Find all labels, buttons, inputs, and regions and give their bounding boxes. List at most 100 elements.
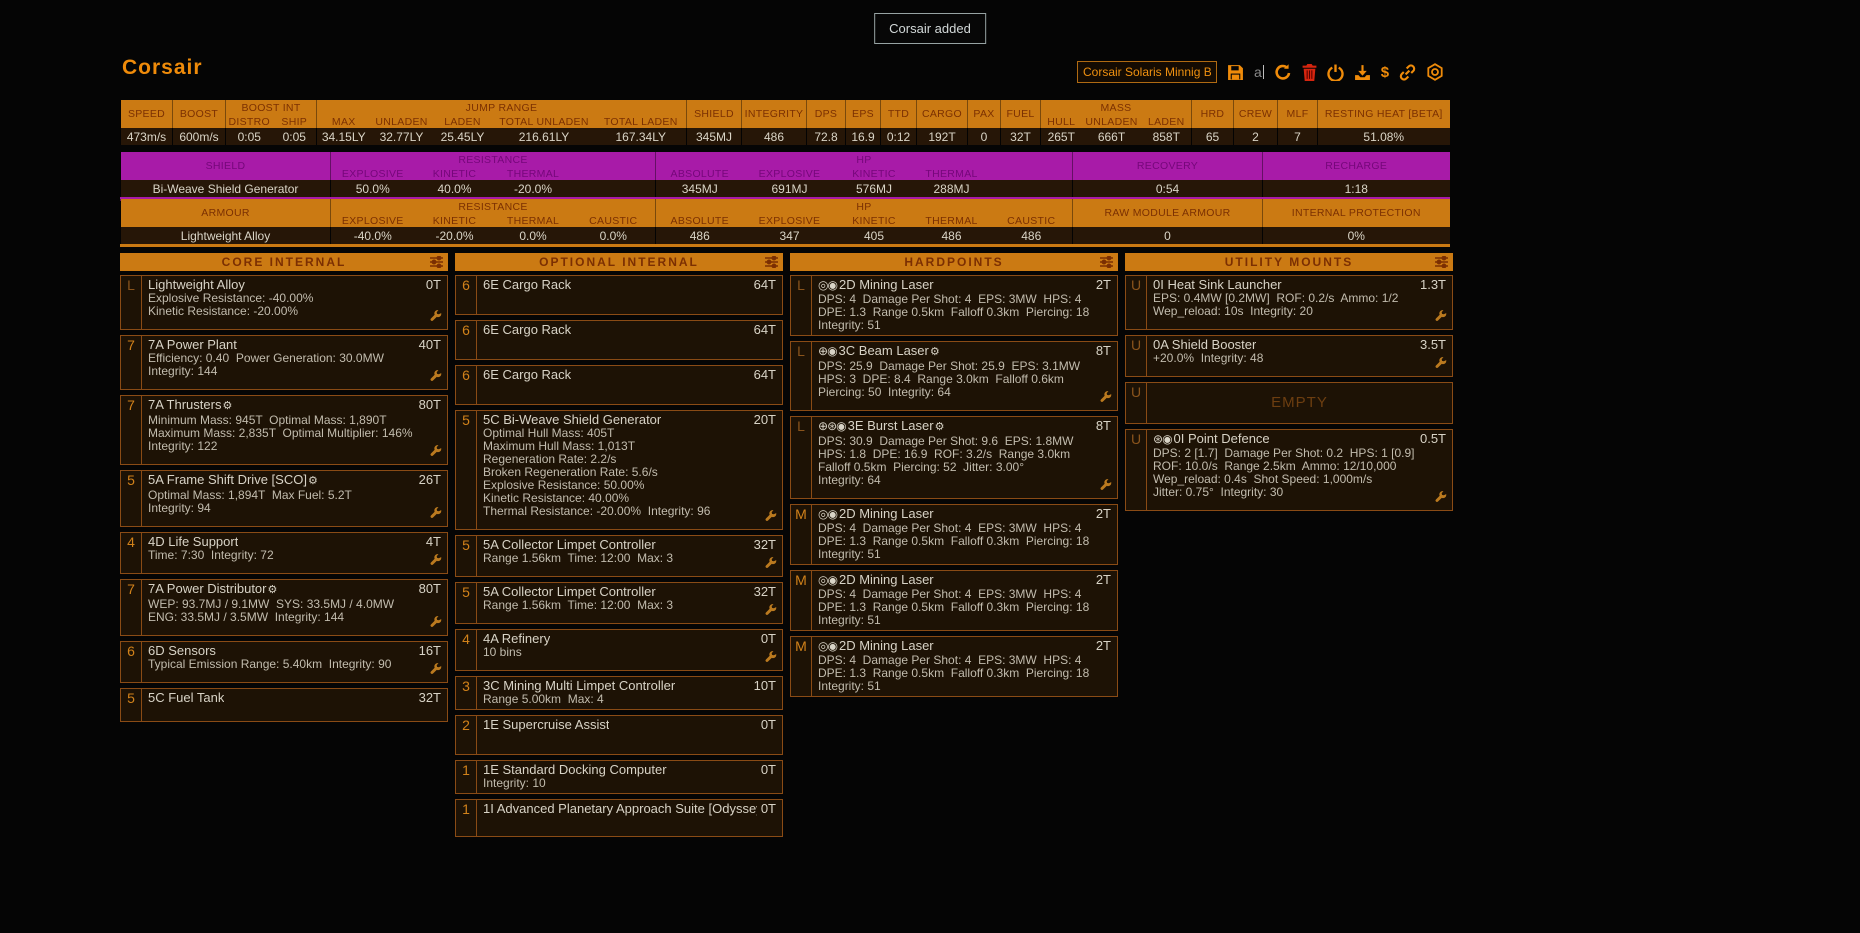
slot-size-badge: U: [1126, 276, 1147, 329]
module-slot[interactable]: U⊛◉0I Point Defence0.5TDPS: 2 [1.7] Dama…: [1125, 429, 1453, 511]
stat-header: SHIP: [273, 115, 317, 128]
import-export-button[interactable]: [1354, 64, 1371, 81]
wrench-icon[interactable]: [765, 603, 777, 621]
stat-group-header: RAW MODULE ARMOUR: [1073, 199, 1263, 227]
module-slot[interactable]: M◎◉2D Mining Laser2TDPS: 4 Damage Per Sh…: [790, 636, 1118, 697]
stat-value: 2: [1234, 128, 1278, 145]
wrench-icon[interactable]: [765, 509, 777, 527]
module-slot[interactable]: 55C Fuel Tank32T: [120, 688, 448, 722]
module-detail: Integrity: 94: [148, 502, 441, 515]
stat-value: 0.0%: [495, 227, 572, 246]
link-icon: [1399, 64, 1416, 81]
delete-button[interactable]: [1302, 64, 1317, 81]
module-weight: 0T: [761, 762, 776, 777]
import-export-icon: [1354, 64, 1371, 81]
kinetic-damage-icon: ◉: [1162, 432, 1171, 446]
stat-value: -40.0%: [331, 227, 415, 246]
module-weight: 40T: [419, 337, 441, 352]
section-title: CORE INTERNAL: [222, 255, 347, 269]
module-slot[interactable]: 21E Supercruise Assist0T: [455, 715, 783, 755]
stat-group-header: JUMP RANGE: [317, 100, 687, 115]
wrench-icon[interactable]: [430, 662, 442, 680]
save-button[interactable]: [1227, 64, 1244, 81]
stat-value: 0:05: [273, 128, 317, 145]
price-button[interactable]: $: [1381, 65, 1389, 80]
wrench-icon[interactable]: [765, 650, 777, 668]
stat-value: 486: [656, 227, 744, 246]
wrench-icon[interactable]: [1100, 478, 1112, 496]
wrench-icon[interactable]: [1435, 309, 1447, 327]
wrench-icon[interactable]: [1100, 390, 1112, 408]
stat-header: EXPLOSIVE: [744, 167, 836, 180]
module-slot[interactable]: 55A Collector Limpet Controller32TRange …: [455, 535, 783, 577]
wrench-icon[interactable]: [430, 553, 442, 571]
module-slot[interactable]: 77A Power Distributor⚙80TWEP: 93.7MJ / 9…: [120, 579, 448, 636]
module-slot[interactable]: 66E Cargo Rack64T: [455, 365, 783, 405]
module-slot[interactable]: L◎◉2D Mining Laser2TDPS: 4 Damage Per Sh…: [790, 275, 1118, 336]
wrench-icon[interactable]: [430, 444, 442, 462]
module-slot[interactable]: 66E Cargo Rack64T: [455, 275, 783, 315]
module-slot[interactable]: U0I Heat Sink Launcher1.3TEPS: 0.4MW [0.…: [1125, 275, 1453, 330]
build-name-input[interactable]: [1077, 61, 1217, 83]
stat-value: 216.61LY: [493, 128, 596, 145]
module-slot[interactable]: M◎◉2D Mining Laser2TDPS: 4 Damage Per Sh…: [790, 504, 1118, 565]
section-settings-icon[interactable]: [765, 256, 778, 271]
stat-group-header: INTERNAL PROTECTION: [1263, 199, 1450, 227]
slot-size-badge: 7: [121, 336, 142, 389]
stat-value: 192T: [917, 128, 968, 145]
module-slot[interactable]: U0A Shield Booster3.5T+20.0% Integrity: …: [1125, 335, 1453, 377]
link-button[interactable]: [1399, 64, 1416, 81]
section-title: UTILITY MOUNTS: [1225, 255, 1353, 269]
wrench-icon[interactable]: [1435, 356, 1447, 374]
reload-button[interactable]: [1274, 63, 1292, 81]
module-weight: 16T: [419, 643, 441, 658]
module-slot-body: 6E Cargo Rack64T: [477, 321, 782, 359]
engineering-button[interactable]: [1426, 63, 1444, 81]
module-weight: 8T: [1096, 418, 1111, 435]
wrench-icon[interactable]: [765, 556, 777, 574]
module-slot[interactable]: 44A Refinery0T10 bins: [455, 629, 783, 671]
module-slot[interactable]: UEMPTY: [1125, 382, 1453, 424]
module-slot[interactable]: 55A Collector Limpet Controller32TRange …: [455, 582, 783, 624]
stat-value: 858T: [1142, 128, 1192, 145]
module-slot[interactable]: 55C Bi-Weave Shield Generator20TOptimal …: [455, 410, 783, 530]
module-slot[interactable]: 33C Mining Multi Limpet Controller10TRan…: [455, 676, 783, 710]
module-detail: +20.0% Integrity: 48: [1153, 352, 1446, 365]
slot-size-badge: L: [791, 417, 812, 498]
stat-header: CAUSTIC: [991, 214, 1073, 227]
module-slot[interactable]: 66E Cargo Rack64T: [455, 320, 783, 360]
module-slot[interactable]: 77A Thrusters⚙80TMinimum Mass: 945T Opti…: [120, 395, 448, 465]
module-detail: Integrity: 64: [818, 474, 1111, 487]
wrench-icon[interactable]: [430, 506, 442, 524]
module-weight: 2T: [1096, 638, 1111, 654]
stat-group-header: CARGO: [917, 100, 968, 128]
stat-group-header: RECOVERY: [1073, 152, 1263, 180]
section-settings-icon[interactable]: [1435, 256, 1448, 271]
module-slot[interactable]: M◎◉2D Mining Laser2TDPS: 4 Damage Per Sh…: [790, 570, 1118, 631]
stat-group-header: FUEL: [1001, 100, 1041, 128]
module-slot[interactable]: LLightweight Alloy0TExplosive Resistance…: [120, 275, 448, 330]
stat-value: 288MJ: [913, 180, 991, 199]
power-button[interactable]: [1327, 64, 1344, 81]
module-slot[interactable]: L⊕◉3C Beam Laser⚙8TDPS: 25.9 Damage Per …: [790, 341, 1118, 411]
module-slot[interactable]: 11I Advanced Planetary Approach Suite [O…: [455, 799, 783, 837]
stat-value: 265T: [1041, 128, 1082, 145]
section-settings-icon[interactable]: [1100, 256, 1113, 271]
module-slot[interactable]: 66D Sensors16TTypical Emission Range: 5.…: [120, 641, 448, 683]
module-slot[interactable]: 44D Life Support4TTime: 7:30 Integrity: …: [120, 532, 448, 574]
rename-button[interactable]: a: [1254, 65, 1264, 79]
wrench-icon[interactable]: [430, 369, 442, 387]
wrench-icon[interactable]: [1435, 490, 1447, 508]
module-slot[interactable]: 77A Power Plant40TEfficiency: 0.40 Power…: [120, 335, 448, 390]
stat-value: 72.8: [807, 128, 846, 145]
slot-size-badge: L: [121, 276, 142, 329]
wrench-icon[interactable]: [430, 615, 442, 633]
section-settings-icon[interactable]: [430, 256, 443, 271]
module-section: UTILITY MOUNTS U0I Heat Sink Launcher1.3T…: [1125, 253, 1453, 837]
wrench-icon[interactable]: [430, 309, 442, 327]
module-slot[interactable]: 11E Standard Docking Computer0TIntegrity…: [455, 760, 783, 794]
module-slot[interactable]: L⊕⊛◉3E Burst Laser⚙8TDPS: 30.9 Damage Pe…: [790, 416, 1118, 499]
module-detail: Typical Emission Range: 5.40km Integrity…: [148, 658, 441, 671]
slot-size-badge: 6: [456, 276, 477, 314]
module-slot[interactable]: 55A Frame Shift Drive [SCO]⚙26TOptimal M…: [120, 470, 448, 527]
